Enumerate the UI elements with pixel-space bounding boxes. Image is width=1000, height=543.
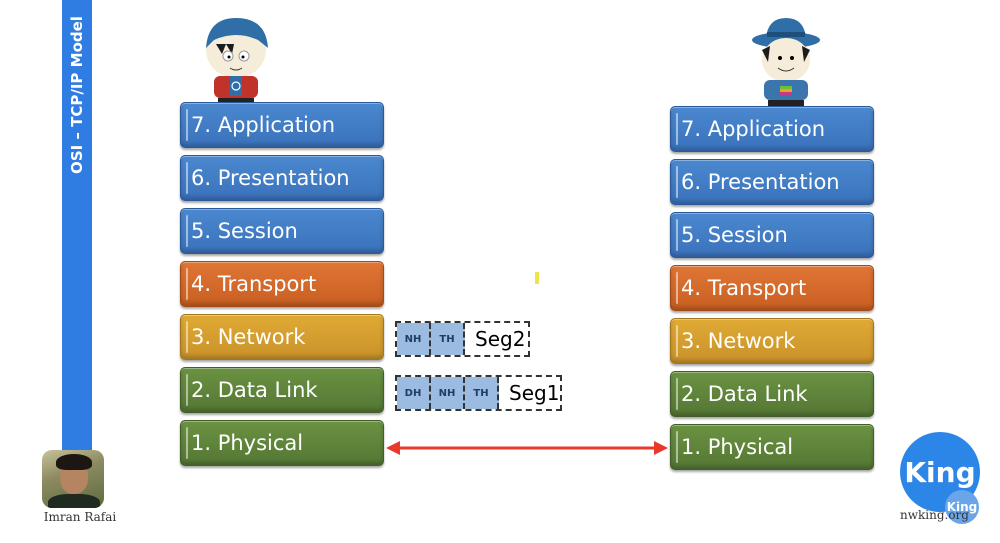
left-layer-network[interactable]: 3. Network	[180, 314, 384, 360]
sidebar-title: OSI – TCP/IP Model	[68, 16, 86, 174]
pdu-header-nh: NH	[397, 323, 431, 355]
right-layer-physical[interactable]: 1. Physical	[670, 424, 874, 470]
site-name: nwking.org	[900, 508, 969, 522]
pdu-header-th: TH	[431, 323, 465, 355]
network-pdu: NH TH Seg2	[395, 321, 530, 357]
left-layer-datalink[interactable]: 2. Data Link	[180, 367, 384, 413]
pdu-segment: Seg1	[509, 381, 560, 405]
left-layer-application[interactable]: 7. Application	[180, 102, 384, 148]
left-layer-transport[interactable]: 4. Transport	[180, 261, 384, 307]
pdu-header-nh: NH	[431, 377, 465, 409]
sender-character	[206, 18, 268, 104]
pdu-header-th: TH	[465, 377, 499, 409]
left-layer-session[interactable]: 5. Session	[180, 208, 384, 254]
right-layer-transport[interactable]: 4. Transport	[670, 265, 874, 311]
datalink-frame: DH NH TH Seg1	[395, 375, 562, 411]
left-layer-presentation[interactable]: 6. Presentation	[180, 155, 384, 201]
right-layer-network[interactable]: 3. Network	[670, 318, 874, 364]
pdu-segment: Seg2	[475, 327, 526, 351]
left-layer-physical[interactable]: 1. Physical	[180, 420, 384, 466]
right-layer-session[interactable]: 5. Session	[670, 212, 874, 258]
double-arrow-icon	[386, 441, 668, 455]
pdu-header-dh: DH	[397, 377, 431, 409]
right-layer-presentation[interactable]: 6. Presentation	[670, 159, 874, 205]
right-layer-application[interactable]: 7. Application	[670, 106, 874, 152]
author-photo	[42, 450, 104, 508]
receiver-character	[752, 18, 820, 106]
cursor-marker	[535, 272, 539, 284]
right-layer-datalink[interactable]: 2. Data Link	[670, 371, 874, 417]
author-name: Imran Rafai	[43, 510, 117, 524]
